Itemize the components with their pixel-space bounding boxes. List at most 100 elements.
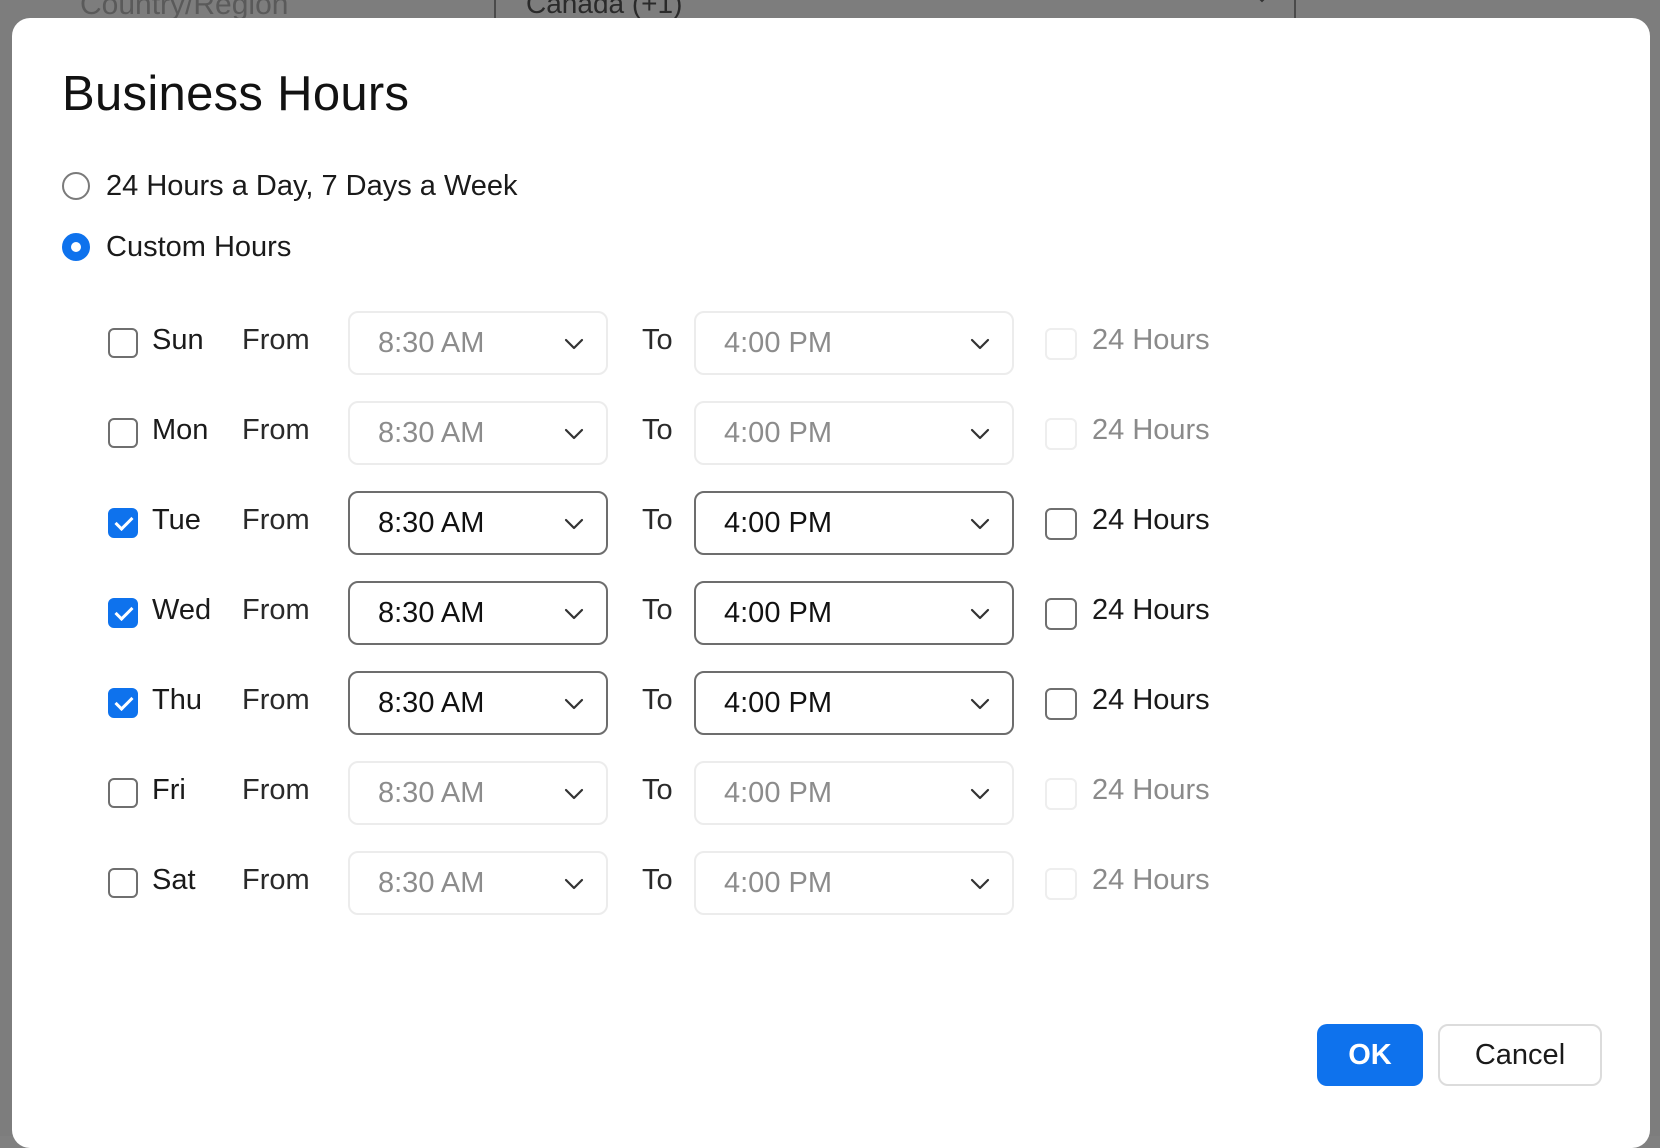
24-hours-label: 24 Hours [1092,504,1210,536]
from-label: From [242,594,310,626]
business-hours-dialog: Business Hours 24 Hours a Day, 7 Days a … [12,18,1650,1148]
to-time-value: 4:00 PM [724,417,832,449]
to-time-select[interactable]: 4:00 PM [694,311,1014,375]
from-label: From [242,504,310,536]
24-hours-label: 24 Hours [1092,324,1210,356]
to-time-select[interactable]: 4:00 PM [694,581,1014,645]
chevron-down-icon [970,788,990,800]
to-label: To [642,504,673,536]
from-time-value: 8:30 AM [378,327,485,359]
chevron-down-icon [564,338,584,350]
day-label: Wed [152,594,212,626]
day-row-thu: Thu From 8:30 AM To 4:00 PM 24 Hours [108,671,1258,735]
chevron-down-icon [1259,0,1265,3]
24-hours-label: 24 Hours [1092,774,1210,806]
from-time-value: 8:30 AM [378,777,485,809]
from-time-select[interactable]: 8:30 AM [348,761,608,825]
from-label: From [242,324,310,356]
radio-custom-hours[interactable] [62,233,90,261]
radio-24-7[interactable] [62,172,90,200]
24-hours-checkbox[interactable] [1045,328,1077,360]
day-row-fri: Fri From 8:30 AM To 4:00 PM 24 Hours [108,761,1258,825]
day-label: Fri [152,774,186,806]
from-time-value: 8:30 AM [378,867,485,899]
from-time-select[interactable]: 8:30 AM [348,671,608,735]
chevron-down-icon [564,878,584,890]
from-time-value: 8:30 AM [378,507,485,539]
to-time-value: 4:00 PM [724,867,832,899]
to-time-value: 4:00 PM [724,687,832,719]
day-checkbox[interactable] [108,508,138,538]
to-time-select[interactable]: 4:00 PM [694,401,1014,465]
from-time-select[interactable]: 8:30 AM [348,581,608,645]
24-hours-checkbox[interactable] [1045,418,1077,450]
day-checkbox[interactable] [108,688,138,718]
from-time-value: 8:30 AM [378,597,485,629]
to-label: To [642,414,673,446]
day-checkbox[interactable] [108,868,138,898]
day-row-sat: Sat From 8:30 AM To 4:00 PM 24 Hours [108,851,1258,915]
to-time-value: 4:00 PM [724,597,832,629]
24-hours-label: 24 Hours [1092,864,1210,896]
day-label: Mon [152,414,209,446]
day-label: Sat [152,864,196,896]
from-time-value: 8:30 AM [378,687,485,719]
from-time-value: 8:30 AM [378,417,485,449]
from-label: From [242,684,310,716]
to-time-value: 4:00 PM [724,507,832,539]
24-hours-label: 24 Hours [1092,684,1210,716]
from-time-select[interactable]: 8:30 AM [348,401,608,465]
to-time-value: 4:00 PM [724,777,832,809]
country-region-value: Canada (+1) [526,0,683,19]
24-hours-label: 24 Hours [1092,594,1210,626]
day-checkbox[interactable] [108,778,138,808]
dialog-title: Business Hours [62,67,410,121]
to-label: To [642,594,673,626]
to-time-select[interactable]: 4:00 PM [694,761,1014,825]
24-hours-checkbox[interactable] [1045,598,1077,630]
day-row-sun: Sun From 8:30 AM To 4:00 PM 24 Hours [108,311,1258,375]
chevron-down-icon [564,608,584,620]
option-24-7-label: 24 Hours a Day, 7 Days a Week [106,169,518,202]
chevron-down-icon [970,698,990,710]
ok-button[interactable]: OK [1317,1024,1423,1086]
chevron-down-icon [970,518,990,530]
from-time-select[interactable]: 8:30 AM [348,851,608,915]
chevron-down-icon [970,878,990,890]
chevron-down-icon [564,698,584,710]
chevron-down-icon [970,338,990,350]
day-checkbox[interactable] [108,598,138,628]
from-time-select[interactable]: 8:30 AM [348,311,608,375]
to-label: To [642,864,673,896]
day-label: Sun [152,324,204,356]
day-label: Tue [152,504,201,536]
from-label: From [242,774,310,806]
option-custom-hours[interactable]: Custom Hours [62,229,291,265]
cancel-button[interactable]: Cancel [1438,1024,1602,1086]
24-hours-checkbox[interactable] [1045,688,1077,720]
24-hours-checkbox[interactable] [1045,778,1077,810]
to-label: To [642,684,673,716]
day-checkbox[interactable] [108,418,138,448]
to-time-select[interactable]: 4:00 PM [694,851,1014,915]
day-checkbox[interactable] [108,328,138,358]
24-hours-checkbox[interactable] [1045,868,1077,900]
chevron-down-icon [564,428,584,440]
day-row-tue: Tue From 8:30 AM To 4:00 PM 24 Hours [108,491,1258,555]
country-region-select: Canada (+1) [494,0,1296,19]
to-time-value: 4:00 PM [724,327,832,359]
day-row-wed: Wed From 8:30 AM To 4:00 PM 24 Hours [108,581,1258,645]
chevron-down-icon [564,788,584,800]
from-label: From [242,414,310,446]
chevron-down-icon [970,428,990,440]
to-time-select[interactable]: 4:00 PM [694,671,1014,735]
option-24-7[interactable]: 24 Hours a Day, 7 Days a Week [62,168,518,204]
from-time-select[interactable]: 8:30 AM [348,491,608,555]
chevron-down-icon [970,608,990,620]
24-hours-checkbox[interactable] [1045,508,1077,540]
day-row-mon: Mon From 8:30 AM To 4:00 PM 24 Hours [108,401,1258,465]
to-time-select[interactable]: 4:00 PM [694,491,1014,555]
option-custom-hours-label: Custom Hours [106,230,292,263]
to-label: To [642,324,673,356]
24-hours-label: 24 Hours [1092,414,1210,446]
